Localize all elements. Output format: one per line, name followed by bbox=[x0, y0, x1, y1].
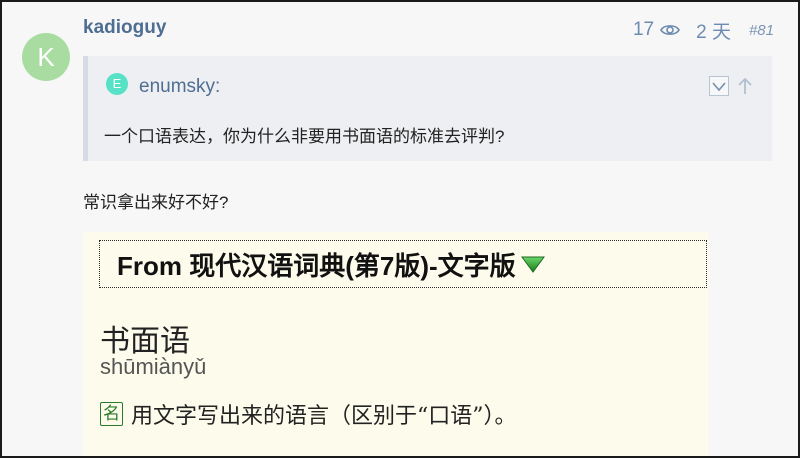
post-date[interactable]: 2 天 bbox=[696, 17, 731, 44]
triangle-down-icon[interactable] bbox=[520, 254, 546, 274]
quote-block: E enumsky: 一个口语表达，你为什么非要用书面语的标准去评判? bbox=[83, 56, 772, 161]
expand-quote-button[interactable] bbox=[709, 76, 729, 96]
forum-post: K kadioguy 17 2 天 #81 E enumsky: 一个口语表达，… bbox=[2, 2, 798, 456]
part-of-speech-tag: 名 bbox=[100, 402, 123, 426]
arrow-up-icon bbox=[738, 77, 752, 94]
dictionary-entry: From 现代汉语词典(第7版)-文字版 书面语 shūmiànyǔ 名 用文字… bbox=[83, 232, 708, 456]
post-username[interactable]: kadioguy bbox=[83, 17, 166, 39]
eye-icon bbox=[660, 25, 681, 35]
dictionary-source-title: From 现代汉语词典(第7版)-文字版 bbox=[117, 250, 516, 281]
post-meta: 17 2 天 #81 bbox=[633, 17, 774, 43]
dictionary-definition: 名 用文字写出来的语言（区别于“口语”）。 bbox=[100, 398, 517, 430]
dictionary-pinyin: shūmiànyǔ bbox=[100, 354, 207, 379]
dictionary-header[interactable]: From 现代汉语词典(第7版)-文字版 bbox=[99, 240, 707, 288]
chevron-down-icon bbox=[712, 82, 726, 92]
view-count: 17 bbox=[632, 19, 681, 41]
quote-avatar[interactable]: E bbox=[106, 73, 128, 95]
definition-text: 用文字写出来的语言（区别于“口语”）。 bbox=[131, 404, 517, 429]
view-count-value: 17 bbox=[632, 19, 655, 40]
quote-text: 一个口语表达，你为什么非要用书面语的标准去评判? bbox=[104, 127, 505, 146]
post-body-text: 常识拿出来好不好? bbox=[83, 193, 229, 212]
post-number[interactable]: #81 bbox=[749, 22, 774, 39]
quote-username[interactable]: enumsky: bbox=[139, 76, 220, 98]
avatar[interactable]: K bbox=[22, 33, 70, 81]
jump-to-quoted-post-button[interactable] bbox=[735, 76, 755, 96]
